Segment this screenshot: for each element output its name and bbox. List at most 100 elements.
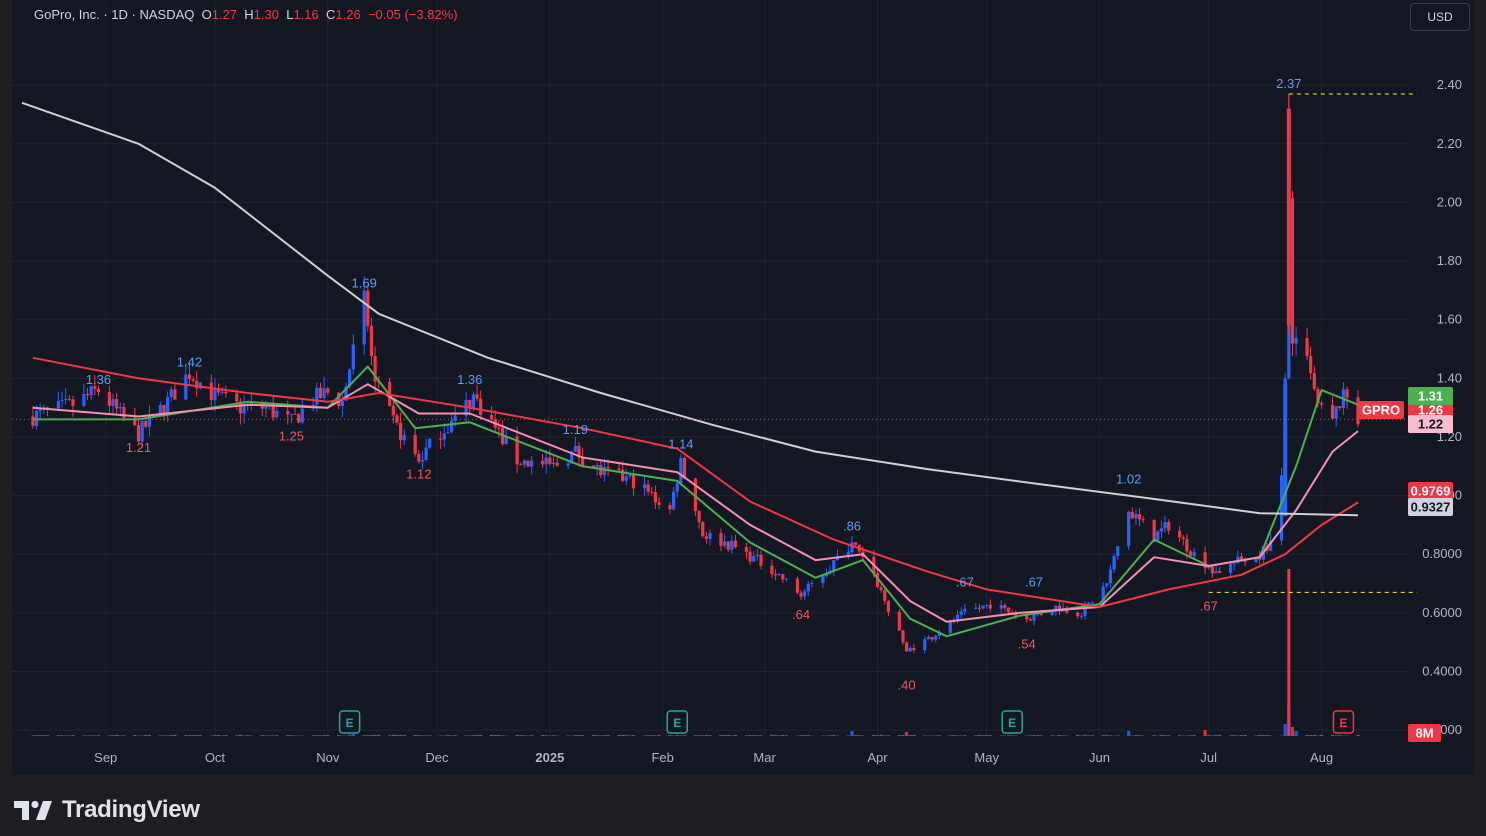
volume-bar — [901, 734, 905, 736]
candle-down — [235, 393, 239, 402]
axis-price-label: 0.9769 — [1411, 484, 1451, 499]
volume-bar — [1319, 734, 1324, 736]
x-tick-label: Jul — [1200, 750, 1217, 765]
x-tick-label: May — [974, 750, 999, 765]
brand[interactable]: TradingView — [14, 796, 200, 824]
candle-down — [369, 325, 374, 356]
candle-up — [60, 399, 64, 401]
candle-down — [490, 415, 494, 420]
volume-bar — [591, 734, 596, 736]
candle-down — [398, 422, 403, 441]
high-label: 1.36 — [86, 372, 111, 387]
candle-up — [530, 460, 534, 467]
candle-up — [111, 399, 115, 406]
volume-bar — [730, 735, 734, 736]
volume-bar — [544, 735, 548, 736]
candle-down — [31, 416, 35, 426]
volume-bar — [952, 735, 956, 736]
candle-down — [726, 541, 730, 550]
brand-name: TradingView — [62, 796, 200, 823]
moving-average-line — [21, 101, 1359, 517]
price-chart[interactable]: 0.20000.40000.60000.80001.001.201.401.60… — [12, 0, 1474, 775]
candle-up — [446, 432, 450, 434]
candle-up — [1163, 522, 1167, 529]
candle-down — [209, 382, 213, 400]
volume-bar — [166, 735, 170, 736]
volume-bar — [704, 734, 708, 736]
volume-bar — [1116, 735, 1120, 736]
candle-up — [974, 607, 978, 609]
volume-bar — [628, 735, 632, 736]
volume-bar — [158, 735, 162, 736]
volume-bar — [224, 735, 228, 736]
candle-down — [144, 421, 148, 427]
candle-up — [118, 406, 122, 409]
volume-bar — [799, 735, 803, 736]
candle-up — [628, 474, 632, 477]
volume-bar — [551, 735, 556, 736]
candle-up — [166, 397, 170, 414]
candle-up — [551, 462, 556, 465]
volume-bar — [249, 735, 253, 736]
candle-down — [617, 468, 621, 470]
currency-button[interactable]: USD — [1410, 3, 1470, 31]
volume-bar — [515, 734, 519, 736]
y-tick-label: 1.40 — [1437, 370, 1462, 385]
candle-up — [806, 583, 810, 592]
candle-down — [1309, 356, 1313, 374]
volume-bar — [1185, 735, 1189, 736]
candle-up — [573, 445, 577, 452]
volume-bar — [144, 734, 148, 736]
candle-up — [340, 400, 344, 407]
volume-bar — [475, 734, 479, 736]
volume-bar — [675, 734, 679, 736]
volume-bar — [442, 735, 446, 736]
volume-bar — [198, 734, 202, 736]
candle-up — [1232, 563, 1236, 565]
candle-up — [672, 491, 676, 510]
candle-down — [293, 413, 297, 415]
low-label: .67 — [1200, 598, 1218, 613]
symbol-name: GoPro, Inc. · 1D · NASDAQ — [34, 7, 195, 22]
volume-bar — [1032, 734, 1036, 736]
candle-down — [1305, 338, 1309, 357]
earnings-marker-label: E — [673, 716, 681, 730]
candle-down — [1167, 522, 1171, 531]
candle-up — [442, 433, 446, 440]
volume-bar — [1134, 734, 1138, 736]
volume-bar — [216, 735, 221, 736]
volume-bar — [755, 735, 759, 736]
candle-down — [879, 587, 883, 591]
volume-bar — [854, 735, 858, 736]
candle-up — [722, 541, 727, 546]
volume-bar — [271, 735, 275, 736]
candle-up — [420, 460, 425, 462]
candle-up — [1159, 528, 1164, 532]
candle-down — [901, 630, 905, 643]
volume-bar — [857, 735, 861, 736]
candle-down — [96, 388, 101, 392]
candle-down — [224, 391, 228, 394]
volume-bar — [67, 735, 71, 736]
volume-bar — [770, 734, 774, 736]
volume-bar — [417, 735, 421, 736]
volume-bar — [861, 735, 865, 736]
volume-bar — [213, 734, 217, 736]
volume-bar — [373, 734, 377, 736]
candle-up — [755, 554, 759, 557]
volume-bar — [1108, 735, 1113, 736]
x-tick-label: Apr — [867, 750, 888, 765]
candle-down — [759, 554, 763, 566]
volume-bar — [1105, 734, 1109, 736]
candle-down — [854, 542, 858, 545]
volume-bar — [377, 734, 381, 736]
volume-bar — [395, 734, 399, 736]
symbol-header: GoPro, Inc. · 1D · NASDAQ O1.27 H1.30 L1… — [34, 7, 458, 22]
candle-up — [934, 635, 938, 640]
volume-bar — [286, 735, 290, 736]
volume-bar — [566, 735, 570, 736]
candle-down — [1188, 551, 1193, 556]
candle-up — [1214, 571, 1218, 574]
candle-down — [1137, 514, 1142, 520]
candle-down — [1014, 614, 1018, 616]
